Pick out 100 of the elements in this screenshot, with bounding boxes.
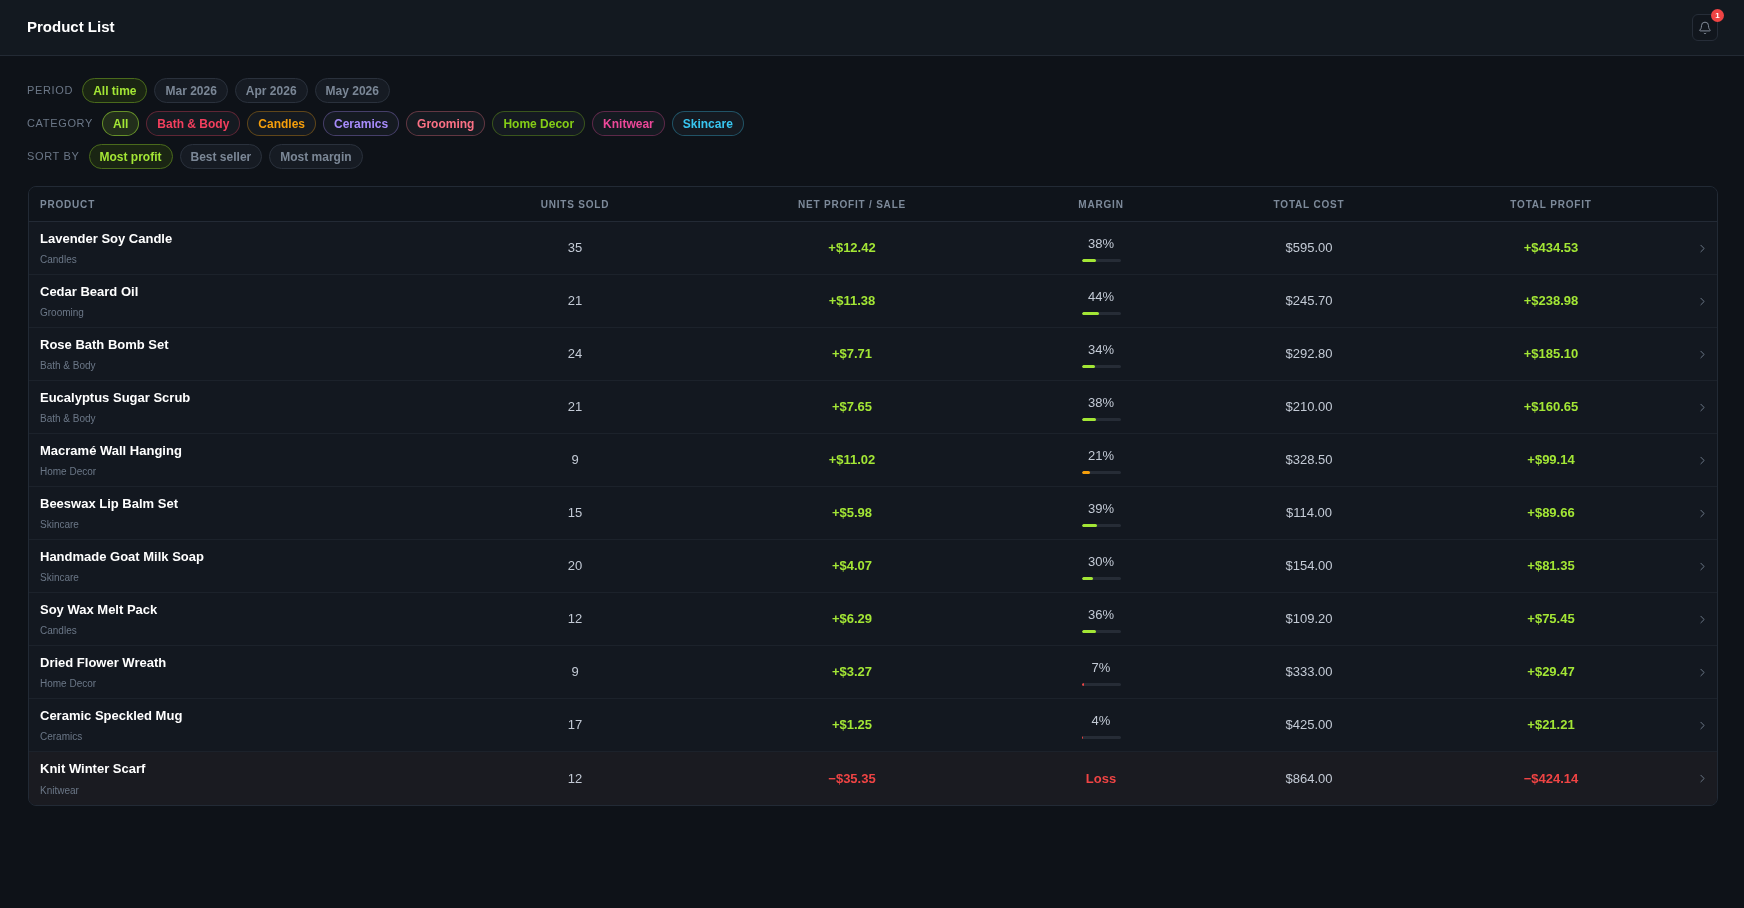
total-cost: $333.00 [1285,663,1333,682]
column-header: TOTAL COST [1273,197,1345,212]
total-profit: +$75.45 [1527,610,1575,629]
margin-value: 21% [1088,447,1114,466]
total-profit: −$424.14 [1523,769,1579,788]
column-header: PRODUCT [40,197,96,212]
category-chip[interactable]: Home Decor [492,111,586,136]
column-header: MARGIN [1078,197,1124,212]
product-category: Home Decor [40,677,98,692]
column-header: UNITS SOLD [540,197,610,212]
total-cost: $595.00 [1285,239,1333,258]
net-profit-per-sale: +$7.71 [831,345,873,364]
total-profit: +$434.53 [1523,239,1579,258]
product-name: Handmade Goat Milk Soap [40,547,205,566]
category-chip[interactable]: Knitwear [592,111,665,136]
net-profit-per-sale: +$5.98 [831,504,873,523]
category-chip[interactable]: Grooming [406,111,486,136]
total-profit: +$160.65 [1523,398,1579,417]
total-profit: +$81.35 [1527,557,1575,576]
units-sold: 35 [567,239,583,258]
product-name: Macramé Wall Hanging [40,441,183,460]
product-category: Candles [40,624,78,639]
units-sold: 12 [567,610,583,629]
product-name: Dried Flower Wreath [40,653,168,672]
total-profit: +$21.21 [1527,716,1575,735]
category-label: CATEGORY [27,116,93,132]
category-chip[interactable]: All [102,111,140,136]
units-sold: 17 [567,716,583,735]
product-name: Lavender Soy Candle [40,229,174,248]
margin-value: 44% [1088,288,1114,307]
column-header: TOTAL PROFIT [1510,197,1592,212]
sort-label: SORT BY [27,149,80,165]
total-cost: $864.00 [1285,769,1333,788]
net-profit-per-sale: +$11.38 [828,292,876,311]
bell-icon [1698,20,1712,35]
margin-value: 34% [1088,341,1114,360]
net-profit-per-sale: +$3.27 [831,663,873,682]
product-category: Bath & Body [40,359,97,374]
product-name: Cedar Beard Oil [40,282,140,301]
margin-value: 30% [1088,553,1114,572]
margin-value: 39% [1088,500,1114,519]
product-category: Candles [40,253,78,268]
product-category: Home Decor [40,465,98,480]
total-profit: +$185.10 [1523,345,1579,364]
sort-chip[interactable]: Most profit [88,144,173,169]
total-profit: +$99.14 [1527,451,1575,470]
total-cost: $425.00 [1285,716,1333,735]
category-chip[interactable]: Bath & Body [146,111,241,136]
product-category: Skincare [40,518,80,533]
net-profit-per-sale: +$12.42 [828,239,876,258]
margin-value: 38% [1088,235,1114,254]
category-chip[interactable]: Skincare [671,111,744,136]
notification-badge: 1 [1711,9,1724,22]
product-category: Grooming [40,306,85,321]
net-profit-per-sale: +$1.25 [831,716,873,735]
units-sold: 9 [571,663,579,682]
margin-value: 4% [1091,712,1111,731]
period-chip[interactable]: Apr 2026 [234,78,308,103]
net-profit-per-sale: +$4.07 [831,557,873,576]
total-profit: +$238.98 [1523,292,1579,311]
product-category: Ceramics [40,730,84,745]
units-sold: 20 [567,557,583,576]
total-cost: $292.80 [1285,345,1333,364]
product-category: Bath & Body [40,412,97,427]
margin-value: 36% [1088,606,1114,625]
net-profit-per-sale: +$7.65 [831,398,873,417]
net-profit-per-sale: +$6.29 [831,610,873,629]
sort-chip[interactable]: Most margin [269,144,363,169]
margin-value: Loss [1085,769,1117,788]
total-cost: $114.00 [1286,504,1332,523]
period-chip[interactable]: May 2026 [314,78,390,103]
margin-value: 7% [1091,659,1111,678]
units-sold: 9 [571,451,579,470]
net-profit-per-sale: +$11.02 [828,451,876,470]
units-sold: 15 [567,504,583,523]
period-label: PERIOD [27,83,74,99]
net-profit-per-sale: −$35.35 [828,769,876,788]
units-sold: 21 [567,292,583,311]
units-sold: 21 [567,398,583,417]
product-name: Eucalyptus Sugar Scrub [40,388,192,407]
units-sold: 12 [567,769,583,788]
product-category: Knitwear [40,783,80,798]
product-category: Skincare [40,571,80,586]
category-chip[interactable]: Ceramics [323,111,400,136]
product-name: Beeswax Lip Balm Set [40,494,179,513]
total-cost: $109.20 [1285,610,1333,629]
period-chip[interactable]: Mar 2026 [154,78,228,103]
margin-value: 38% [1088,394,1114,413]
sort-chip[interactable]: Best seller [179,144,263,169]
product-name: Knit Winter Scarf [40,760,147,779]
total-cost: $328.50 [1285,451,1333,470]
units-sold: 24 [567,345,583,364]
total-profit: +$89.66 [1527,504,1575,523]
column-header: NET PROFIT / SALE [797,197,907,212]
notifications-button[interactable] [1692,14,1718,41]
period-chip[interactable]: All time [82,78,148,103]
product-name: Soy Wax Melt Pack [40,600,159,619]
total-cost: $210.00 [1285,398,1333,417]
total-cost: $245.70 [1285,292,1333,311]
category-chip[interactable]: Candles [247,111,317,136]
